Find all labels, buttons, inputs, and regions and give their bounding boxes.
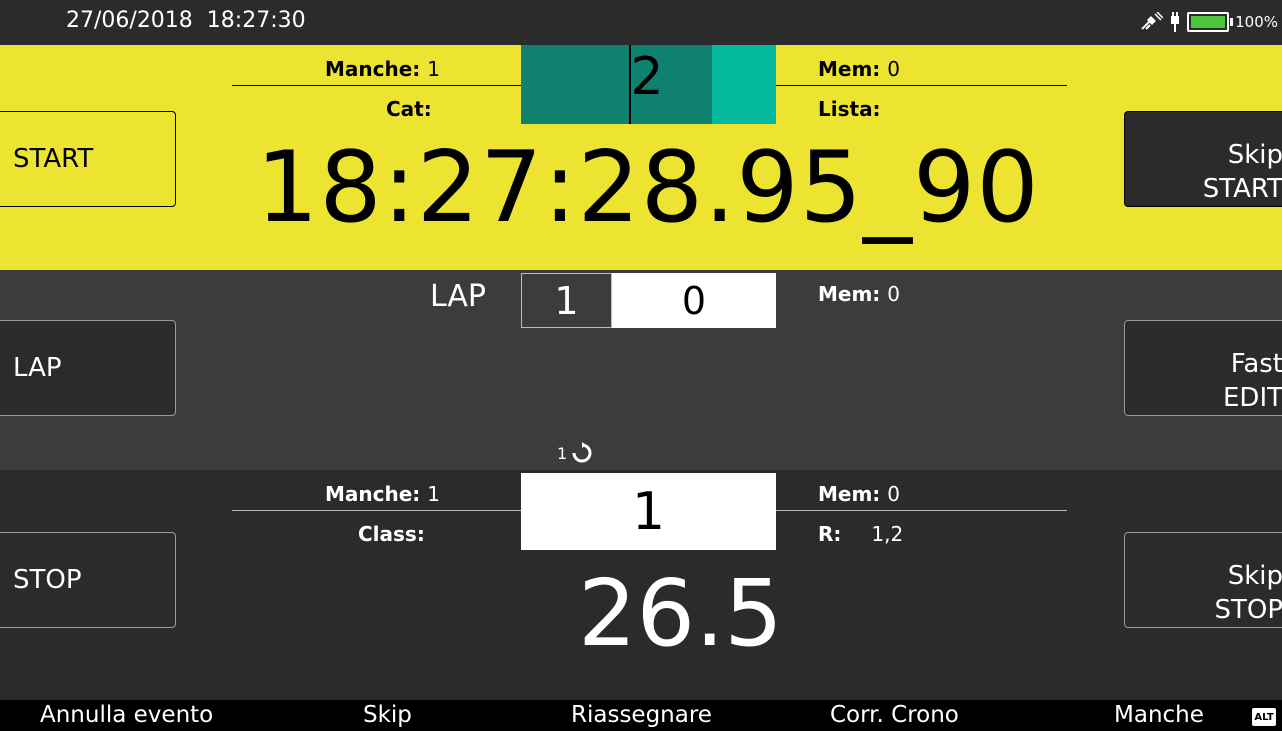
stop-button[interactable]: STOP [0,532,176,628]
battery-level: 100% [1235,13,1278,31]
fkey-annulla-evento[interactable]: Annulla evento [40,702,213,728]
alt-badge[interactable]: ALT [1252,708,1276,726]
fkey-manche[interactable]: Manche [1114,702,1204,728]
status-bar: 27/06/2018 18:27:30 100% [0,0,1282,45]
lap-mem: Mem: 0 [818,282,901,306]
start-lista: Lista: [818,97,881,121]
lap-panel: LAP 1 0 Mem: 0 LAP Fast EDIT 1 [0,270,1282,470]
stop-class: Class: [358,522,425,546]
stop-manche: Manche: 1 [325,482,440,506]
satellite-off-icon [1141,12,1164,30]
stop-mem: Mem: 0 [818,482,901,506]
loop-counter: 1 [557,442,593,464]
start-manche: Manche: 1 [325,57,440,81]
datetime: 27/06/2018 18:27:30 [66,8,306,33]
skip-start-button[interactable]: Skip START [1124,111,1282,207]
start-panel: Manche: 1 Cat: Mem: 0 Lista: 2 START Ski… [0,45,1282,270]
lap-value-field[interactable]: 0 [612,273,776,328]
fkey-skip[interactable]: Skip [363,702,412,728]
lap-button[interactable]: LAP [0,320,176,416]
lap-label: LAP [430,279,487,314]
stop-channel-number: 1 [631,482,666,542]
stop-time: 26.5 [578,560,783,667]
stop-r: R: 1,2 [818,522,904,546]
battery-icon [1187,12,1234,32]
start-button[interactable]: START [0,111,176,207]
status-icons: 100% [1139,10,1278,34]
fkey-riassegnare[interactable]: Riassegnare [571,702,712,728]
lap-index: 1 [521,273,612,328]
fkey-corr-crono[interactable]: Corr. Crono [830,702,959,728]
start-channel-box-alt [712,45,776,124]
start-cat: Cat: [386,97,432,121]
plug-icon [1171,12,1180,32]
fast-edit-button[interactable]: Fast EDIT [1124,320,1282,416]
stop-panel: Manche: 1 Class: Mem: 0 R: 1,2 1 STOP Ski… [0,470,1282,700]
skip-stop-button[interactable]: Skip STOP [1124,532,1282,628]
start-mem: Mem: 0 [818,57,901,81]
start-channel-number: 2 [630,47,664,107]
function-key-bar: Annulla evento Skip Riassegnare Corr. Cr… [0,700,1282,731]
start-time: 18:27:28.95_90 [256,131,1040,245]
refresh-icon [572,442,592,463]
